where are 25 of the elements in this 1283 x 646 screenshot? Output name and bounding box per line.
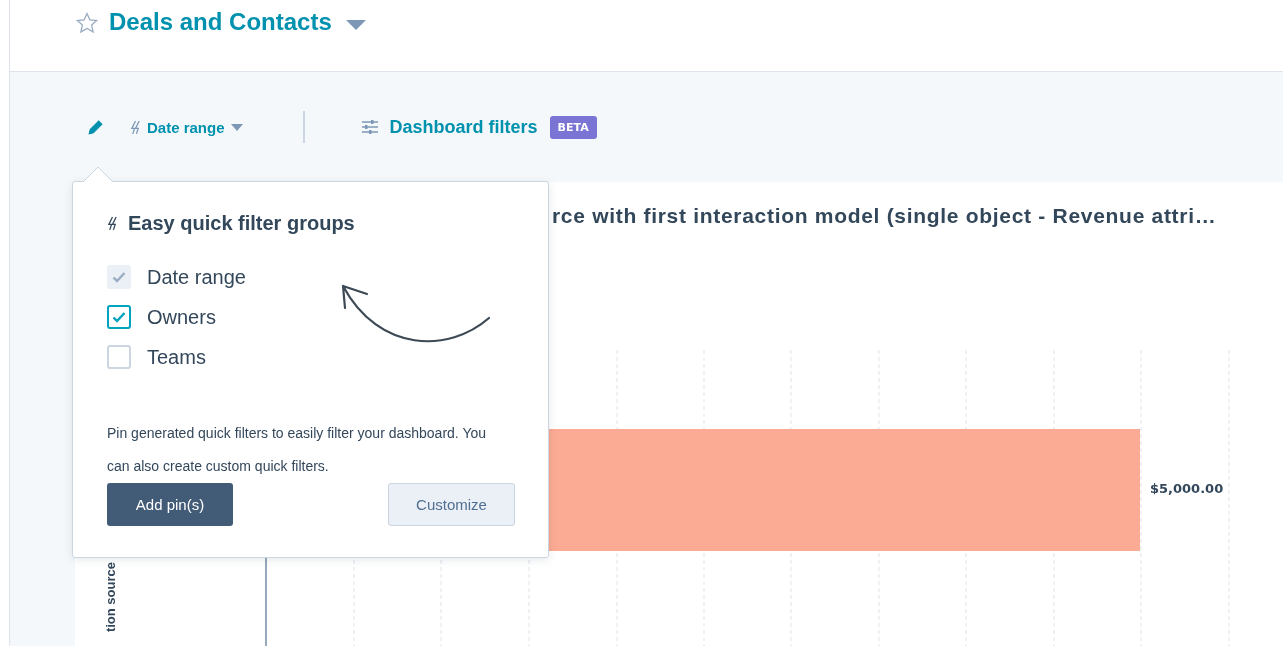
dashboard-filters-button[interactable]: Dashboard filters — [360, 116, 538, 138]
lightning-icon — [130, 119, 141, 135]
popover-title: Easy quick filter groups — [128, 212, 355, 235]
star-icon[interactable] — [75, 11, 99, 35]
checkbox[interactable] — [107, 345, 131, 369]
bar-value-label: $5,000.00 — [1150, 481, 1224, 496]
sliders-icon — [360, 119, 379, 135]
lightning-icon — [107, 216, 118, 231]
date-range-dropdown[interactable]: Date range — [130, 118, 243, 136]
caret-icon[interactable] — [345, 20, 366, 30]
customize-button[interactable]: Customize — [388, 483, 515, 526]
check-icon — [112, 271, 126, 283]
add-pins-button[interactable]: Add pin(s) — [107, 483, 233, 526]
beta-badge: BETA — [549, 115, 597, 139]
option-label: Date range — [147, 265, 246, 289]
axis-label: tion source — [103, 562, 118, 633]
dashboard-title[interactable]: Deals and Contacts — [109, 8, 332, 36]
description-text: Pin generated quick filters to easily filter your dashboard. You can also create custom quick filters. — [107, 424, 487, 476]
checkbox[interactable] — [107, 305, 131, 329]
option-label: Teams — [147, 345, 206, 369]
caret-icon — [230, 123, 243, 131]
report-title: rce with first interaction model (single object - Revenue attri… — [552, 204, 1217, 228]
check-icon — [112, 311, 126, 323]
option-label: Owners — [147, 305, 216, 329]
pencil-icon[interactable] — [87, 118, 104, 136]
